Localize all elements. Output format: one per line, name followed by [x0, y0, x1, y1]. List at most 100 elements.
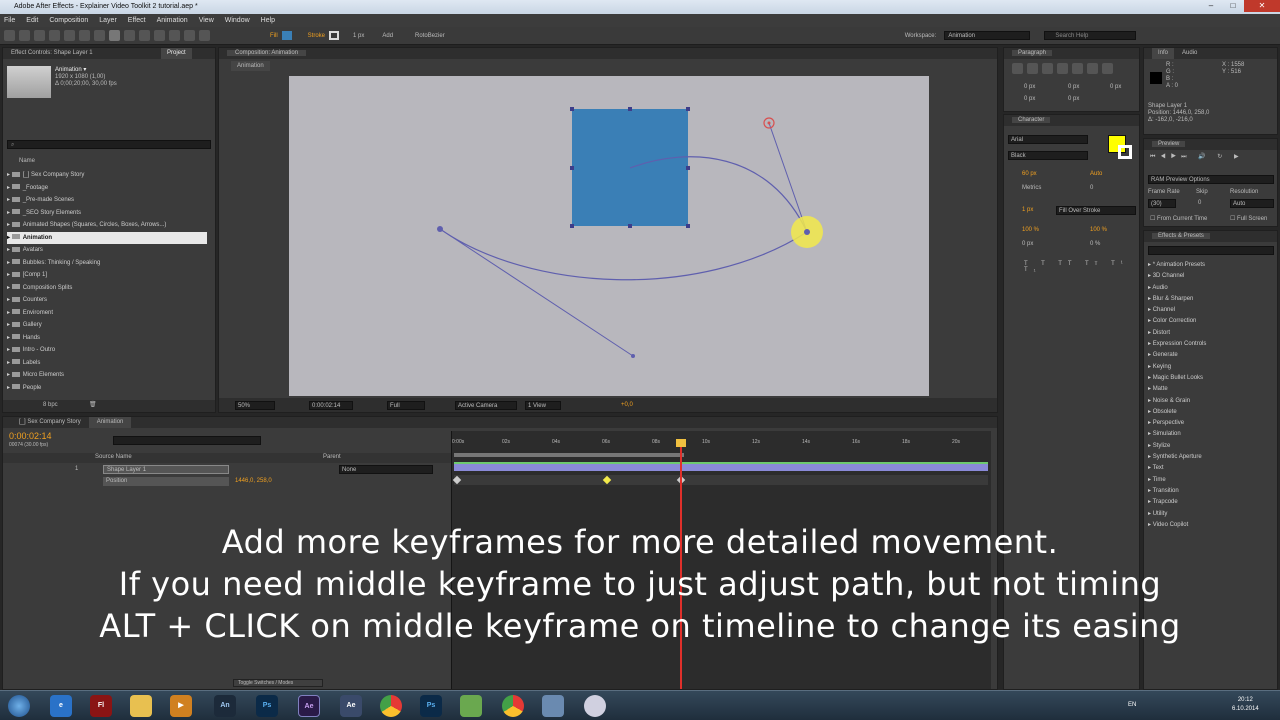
- tab-paragraph[interactable]: Paragraph: [1012, 50, 1053, 56]
- rotobezier-label[interactable]: RotoBezier: [415, 33, 445, 39]
- playback-controls[interactable]: ⏮◀▶⏭ 🔊 ↻ ▶: [1150, 153, 1244, 161]
- comp-breadcrumb[interactable]: Animation: [231, 61, 270, 71]
- photoshop-icon-2[interactable]: Ps: [420, 695, 442, 717]
- fill-swatch[interactable]: [281, 31, 292, 40]
- stroke-width-field[interactable]: 1 px: [1022, 207, 1033, 213]
- photoshop-icon[interactable]: Ps: [256, 695, 278, 717]
- tsume[interactable]: 0 %: [1090, 241, 1100, 247]
- flash-icon[interactable]: Fl: [90, 695, 112, 717]
- justify-right-icon[interactable]: [1087, 63, 1098, 74]
- tab-timeline-animation[interactable]: Animation: [88, 417, 132, 428]
- project-item[interactable]: ▸ Intro - Outro: [7, 344, 207, 357]
- effects-category[interactable]: ▸ Time: [1148, 475, 1276, 486]
- effects-category[interactable]: ▸ 3D Channel: [1148, 271, 1276, 282]
- project-item[interactable]: ▸ Bubbles: Thinking / Speaking: [7, 257, 207, 270]
- fill-label[interactable]: Fill: [270, 33, 278, 39]
- project-item[interactable]: ▸ _Pre-made Scenes: [7, 194, 207, 207]
- magnification-select[interactable]: 50%: [235, 400, 275, 410]
- menu-edit[interactable]: Edit: [26, 17, 38, 24]
- minimize-icon[interactable]: –: [1200, 0, 1222, 12]
- from-current-time-checkbox[interactable]: ☐ From Current Time: [1150, 215, 1207, 222]
- effects-search-input[interactable]: [1148, 246, 1274, 255]
- leading[interactable]: Auto: [1090, 171, 1102, 177]
- effects-category[interactable]: ▸ Trapcode: [1148, 497, 1276, 508]
- hand-tool-icon[interactable]: [19, 30, 30, 41]
- menu-file[interactable]: File: [4, 17, 15, 24]
- stroke-label[interactable]: Stroke: [308, 33, 325, 39]
- zoom-tool-icon[interactable]: [34, 30, 45, 41]
- app-icon-2[interactable]: [542, 695, 564, 717]
- tab-project[interactable]: Project: [161, 48, 192, 59]
- project-item[interactable]: ▸ Composition Splits: [7, 282, 207, 295]
- media-player-icon[interactable]: ▶: [170, 695, 192, 717]
- project-item[interactable]: ▸ Animation: [7, 231, 207, 244]
- brush-tool-icon[interactable]: [139, 30, 150, 41]
- chrome-icon-2[interactable]: [502, 695, 524, 717]
- clock[interactable]: 20:12 6.10.2014: [1232, 696, 1259, 714]
- comp-canvas-svg[interactable]: [289, 76, 929, 396]
- views-select[interactable]: 1 View: [525, 400, 561, 410]
- tab-info[interactable]: Info: [1152, 48, 1175, 59]
- baseline-shift[interactable]: 0 px: [1022, 241, 1033, 247]
- menu-effect[interactable]: Effect: [128, 17, 146, 24]
- timeline-current-time[interactable]: 0:00:02:14: [9, 431, 52, 441]
- property-row[interactable]: Position 1446,0, 258,0: [3, 476, 451, 487]
- work-area-bar[interactable]: [454, 453, 684, 457]
- clone-tool-icon[interactable]: [154, 30, 165, 41]
- effects-category[interactable]: ▸ Expression Controls: [1148, 339, 1276, 350]
- rectangle-tool-icon[interactable]: [94, 30, 105, 41]
- effects-category[interactable]: ▸ Transition: [1148, 486, 1276, 497]
- selection-tool-icon[interactable]: [4, 30, 15, 41]
- project-search-input[interactable]: ⌕: [7, 140, 211, 149]
- stroke-color-swatch[interactable]: [1118, 145, 1132, 159]
- project-item[interactable]: ▸ Labels: [7, 357, 207, 370]
- language-indicator[interactable]: EN: [1128, 702, 1136, 708]
- frame-rate-select[interactable]: (30): [1148, 199, 1176, 208]
- effects-category[interactable]: ▸ * Animation Presets: [1148, 260, 1276, 271]
- space-after[interactable]: 0 px: [1068, 96, 1079, 102]
- indent-first[interactable]: 0 px: [1110, 84, 1121, 90]
- app-icon-3[interactable]: [584, 695, 606, 717]
- text-tool-icon[interactable]: [124, 30, 135, 41]
- parent-select[interactable]: None: [339, 465, 433, 474]
- exposure-value[interactable]: +0,0: [621, 402, 633, 408]
- name-column-header[interactable]: Name: [19, 158, 35, 164]
- faux-style-buttons[interactable]: T T TT Tт T¹ T₁: [1024, 261, 1139, 273]
- kerning[interactable]: Metrics: [1022, 185, 1041, 191]
- parent-header[interactable]: Parent: [323, 454, 341, 460]
- full-screen-checkbox[interactable]: ☐ Full Screen: [1230, 215, 1267, 222]
- effects-category[interactable]: ▸ Stylize: [1148, 441, 1276, 452]
- indent-right[interactable]: 0 px: [1068, 84, 1079, 90]
- skip-value[interactable]: 0: [1198, 200, 1201, 206]
- font-style-select[interactable]: Black: [1008, 151, 1088, 160]
- roto-brush-tool-icon[interactable]: [184, 30, 195, 41]
- effects-category[interactable]: ▸ Generate: [1148, 350, 1276, 361]
- layer-name-field[interactable]: Shape Layer 1: [103, 465, 229, 474]
- menu-window[interactable]: Window: [225, 17, 250, 24]
- project-item[interactable]: ▸ Gallery: [7, 319, 207, 332]
- vertical-scale[interactable]: 100 %: [1022, 227, 1039, 233]
- effects-category[interactable]: ▸ Obsolete: [1148, 407, 1276, 418]
- project-item[interactable]: ▸ _Footage: [7, 182, 207, 195]
- tab-audio[interactable]: Audio: [1174, 48, 1205, 59]
- bpc-label[interactable]: 8 bpc: [43, 402, 58, 408]
- effects-category[interactable]: ▸ Noise & Grain: [1148, 396, 1276, 407]
- layer-row[interactable]: 1 Shape Layer 1 None: [3, 464, 451, 475]
- chrome-icon[interactable]: [380, 695, 402, 717]
- effects-category[interactable]: ▸ Color Correction: [1148, 316, 1276, 327]
- tracking[interactable]: 0: [1090, 185, 1093, 191]
- resolution-select[interactable]: Full: [387, 400, 425, 410]
- effects-category[interactable]: ▸ Channel: [1148, 305, 1276, 316]
- project-item[interactable]: ▸ _SEO Story Elements: [7, 207, 207, 220]
- keyframe-point-start[interactable]: [437, 226, 443, 232]
- project-item[interactable]: ▸ Animated Shapes (Squares, Circles, Box…: [7, 219, 207, 232]
- menu-composition[interactable]: Composition: [49, 17, 88, 24]
- toggle-switches-modes-button[interactable]: Toggle Switches / Modes: [233, 679, 323, 687]
- maximize-icon[interactable]: □: [1222, 0, 1244, 12]
- pen-tool-icon[interactable]: [109, 30, 120, 41]
- camera-tool-icon[interactable]: [64, 30, 75, 41]
- explorer-icon[interactable]: [130, 695, 152, 717]
- workspace-select[interactable]: Animation: [944, 31, 1031, 40]
- keyframe-point-current[interactable]: [804, 229, 810, 235]
- tab-effect-controls[interactable]: Effect Controls: Shape Layer 1: [11, 48, 161, 59]
